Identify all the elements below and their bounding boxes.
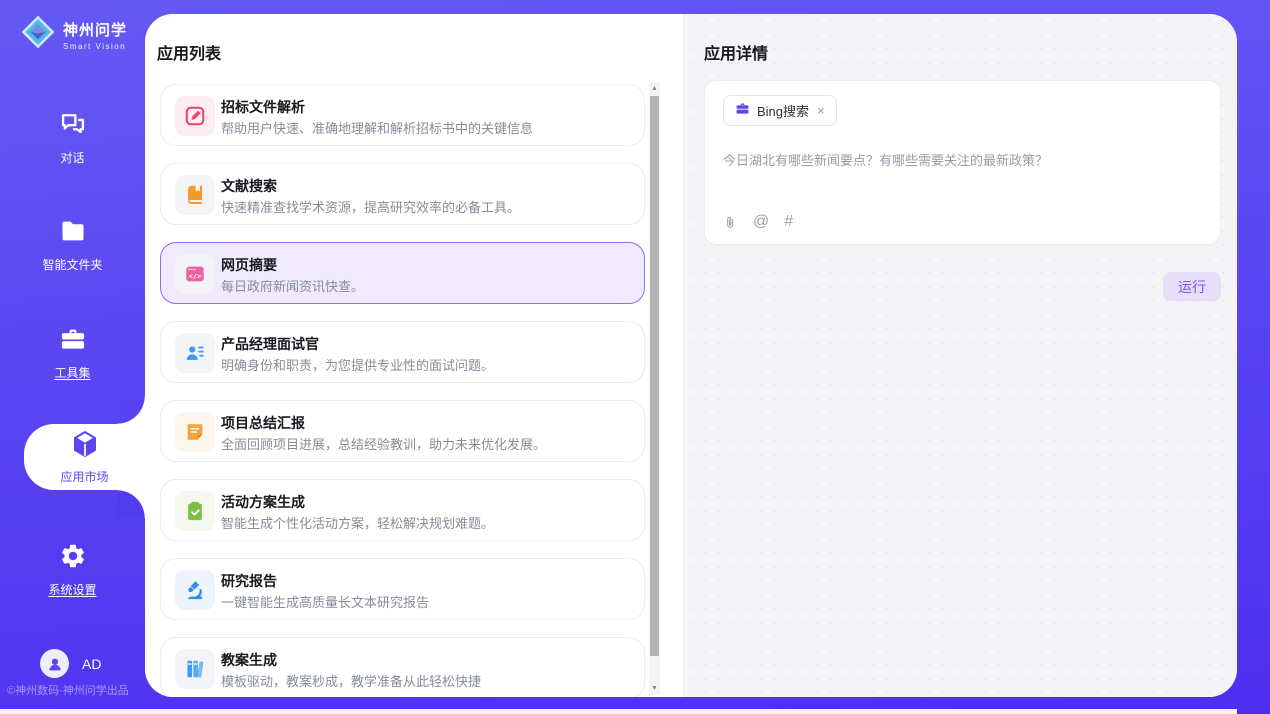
attachment-icon[interactable] xyxy=(723,214,738,231)
sidebar-item-label: 应用市场 xyxy=(60,468,108,485)
user-initials: AD xyxy=(82,656,101,672)
book-icon xyxy=(175,175,215,215)
sidebar-item-label: 工具集 xyxy=(54,364,90,381)
prompt-card: Bing搜索 × 今日湖北有哪些新闻要点？有哪些需要关注的最新政策？ @ # xyxy=(704,80,1221,245)
user-chip[interactable]: AD xyxy=(40,649,101,678)
app-detail-title: 应用详情 xyxy=(704,40,768,64)
svg-text:</>: </> xyxy=(189,272,201,280)
app-list-item[interactable]: 活动方案生成智能生成个性化活动方案，轻松解决规划难题。 xyxy=(160,479,645,541)
app-list-item[interactable]: 项目总结汇报全面回顾项目进展，总结经验教训，助力未来优化发展。 xyxy=(160,400,645,462)
webpage-code-icon: </> xyxy=(175,254,215,294)
app-item-name: 文献搜索 xyxy=(221,176,277,196)
app-item-name: 项目总结汇报 xyxy=(221,413,305,433)
app-list-item[interactable]: 研究报告一键智能生成高质量长文本研究报告 xyxy=(160,558,645,620)
brand-subtitle: Smart Vision xyxy=(63,42,127,51)
edit-document-icon xyxy=(175,96,215,136)
app-list-item[interactable]: 招标文件解析帮助用户快速、准确地理解和解析招标书中的关键信息 xyxy=(160,84,645,146)
mention-icon[interactable]: @ xyxy=(753,213,769,231)
scroll-up-icon[interactable]: ▲ xyxy=(649,82,660,95)
app-item-description: 模板驱动，教案秒成，教学准备从此轻松快捷 xyxy=(221,671,481,690)
app-list-item[interactable]: 教案生成模板驱动，教案秒成，教学准备从此轻松快捷 xyxy=(160,637,645,697)
sidebar-item-folder[interactable]: 智能文件夹 xyxy=(0,217,145,273)
person-icon xyxy=(40,649,69,678)
app-list-title: 应用列表 xyxy=(157,40,221,64)
sidebar-item-gear[interactable]: 系统设置 xyxy=(0,542,145,598)
scrollbar[interactable]: ▲ ▼ xyxy=(649,82,660,695)
app-item-description: 明确身份和职责，为您提供专业性的面试问题。 xyxy=(221,355,494,374)
diamond-logo-icon xyxy=(20,14,56,55)
app-list-item[interactable]: 文献搜索快速精准查找学术资源，提高研究效率的必备工具。 xyxy=(160,163,645,225)
report-note-icon xyxy=(175,412,215,452)
chat-icon xyxy=(59,110,87,143)
interviewer-icon xyxy=(175,333,215,373)
app-item-description: 智能生成个性化活动方案，轻松解决规划难题。 xyxy=(221,513,494,532)
run-button[interactable]: 运行 xyxy=(1163,272,1221,301)
hash-icon[interactable]: # xyxy=(784,213,793,231)
sidebar: 神州问学 Smart Vision 对话智能文件夹工具集应用市场系统设置 AD … xyxy=(0,0,145,709)
app-item-description: 全面回顾项目进展，总结经验教训，助力未来优化发展。 xyxy=(221,434,546,453)
app-item-description: 快速精准查找学术资源，提高研究效率的必备工具。 xyxy=(221,197,520,216)
brand: 神州问学 Smart Vision xyxy=(20,14,127,55)
app-list-panel: 应用列表 招标文件解析帮助用户快速、准确地理解和解析招标书中的关键信息文献搜索快… xyxy=(145,14,683,697)
scroll-down-icon[interactable]: ▼ xyxy=(649,682,660,695)
app-list-item[interactable]: </> 网页摘要每日政府新闻资讯快查。 xyxy=(160,242,645,304)
app-item-name: 网页摘要 xyxy=(221,255,277,275)
sidebar-item-toolbox[interactable]: 工具集 xyxy=(0,325,145,381)
app-item-description: 每日政府新闻资讯快查。 xyxy=(221,276,364,295)
main-content: 应用列表 招标文件解析帮助用户快速、准确地理解和解析招标书中的关键信息文献搜索快… xyxy=(145,14,1237,697)
sidebar-item-cube[interactable]: 应用市场 xyxy=(24,424,145,490)
app-item-name: 招标文件解析 xyxy=(221,97,305,117)
toolbox-icon xyxy=(59,325,87,358)
app-item-name: 产品经理面试官 xyxy=(221,334,319,354)
bottom-strip xyxy=(0,709,1237,714)
briefcase-icon xyxy=(735,101,750,121)
app-item-description: 一键智能生成高质量长文本研究报告 xyxy=(221,592,429,611)
sidebar-item-chat[interactable]: 对话 xyxy=(0,110,145,166)
sidebar-item-label: 对话 xyxy=(60,149,84,166)
sidebar-item-label: 系统设置 xyxy=(48,581,96,598)
app-item-description: 帮助用户快速、准确地理解和解析招标书中的关键信息 xyxy=(221,118,533,137)
app-detail-panel: 应用详情 Bing搜索 × 今日 xyxy=(683,14,1237,697)
folder-icon xyxy=(59,217,87,250)
question-text[interactable]: 今日湖北有哪些新闻要点？有哪些需要关注的最新政策？ xyxy=(723,150,1202,169)
app-window: 神州问学 Smart Vision 对话智能文件夹工具集应用市场系统设置 AD … xyxy=(0,0,1270,714)
scrollbar-thumb[interactable] xyxy=(650,96,659,656)
microscope-icon xyxy=(175,570,215,610)
copyright-text: ©神州数码·神州问学出品 xyxy=(7,682,129,698)
app-item-name: 研究报告 xyxy=(221,571,277,591)
clipboard-check-icon xyxy=(175,491,215,531)
books-icon xyxy=(175,649,215,689)
tool-tag[interactable]: Bing搜索 × xyxy=(723,95,837,126)
app-list: 招标文件解析帮助用户快速、准确地理解和解析招标书中的关键信息文献搜索快速精准查找… xyxy=(160,84,645,697)
gear-icon xyxy=(59,542,87,575)
remove-tag-icon[interactable]: × xyxy=(817,103,825,118)
app-item-name: 教案生成 xyxy=(221,650,277,670)
app-list-item[interactable]: 产品经理面试官明确身份和职责，为您提供专业性的面试问题。 xyxy=(160,321,645,383)
cube-icon xyxy=(70,429,100,464)
tool-tag-label: Bing搜索 xyxy=(757,101,809,120)
app-item-name: 活动方案生成 xyxy=(221,492,305,512)
sidebar-item-label: 智能文件夹 xyxy=(42,256,102,273)
brand-name: 神州问学 xyxy=(63,19,127,40)
prompt-toolbar: @ # xyxy=(723,213,793,231)
